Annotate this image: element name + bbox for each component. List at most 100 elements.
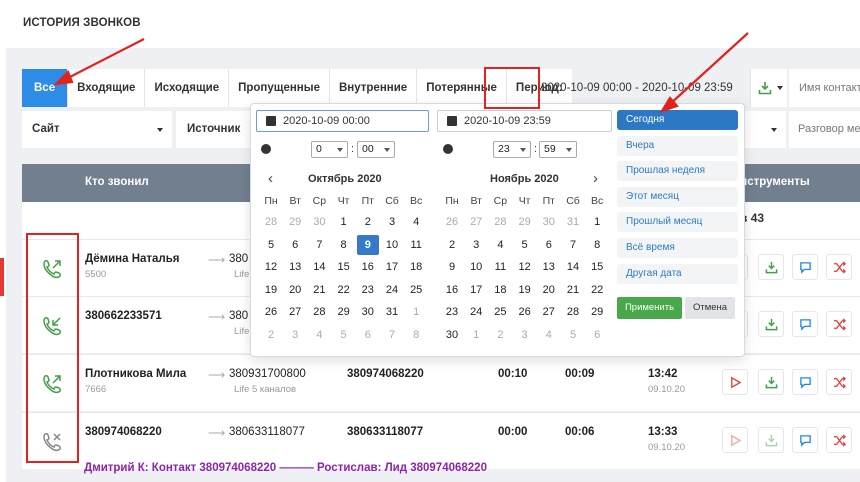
calendar-day[interactable]: 22	[333, 280, 355, 300]
calendar-day[interactable]: 7	[562, 235, 584, 255]
tab-outgoing[interactable]: Исходящие	[145, 69, 230, 107]
comment-button[interactable]	[792, 427, 818, 453]
calendar-day[interactable]: 5	[562, 325, 584, 345]
comment-button[interactable]	[792, 254, 818, 280]
filter-select[interactable]	[745, 111, 786, 148]
calendar-day[interactable]: 3	[381, 212, 403, 232]
range-all-time[interactable]: Всё время	[617, 237, 738, 258]
calendar-day[interactable]: 10	[381, 235, 403, 255]
calendar-day[interactable]: 9	[441, 257, 463, 277]
calendar-day[interactable]: 4	[489, 235, 511, 255]
tab-incoming[interactable]: Входящие	[68, 69, 146, 107]
table-row[interactable]: 380974068220 ⟶ 380633118077 380633118077…	[22, 412, 860, 469]
calendar-day[interactable]: 19	[260, 280, 282, 300]
start-hour-select[interactable]: 0	[311, 141, 348, 158]
calendar-day[interactable]: 21	[308, 280, 330, 300]
comment-button[interactable]	[792, 311, 818, 337]
play-button[interactable]	[722, 369, 748, 395]
calendar-day[interactable]: 6	[586, 325, 608, 345]
calendar-day[interactable]: 6	[284, 235, 306, 255]
site-select[interactable]: Сайт	[22, 111, 172, 148]
calendar-day[interactable]: 4	[538, 325, 560, 345]
calendar-day[interactable]: 10	[465, 257, 487, 277]
play-button[interactable]	[722, 427, 748, 453]
download-button[interactable]	[758, 427, 784, 453]
range-last-week[interactable]: Прошлая неделя	[617, 161, 738, 182]
cancel-button[interactable]: Отмена	[685, 297, 735, 319]
calendar-day[interactable]: 15	[333, 257, 355, 277]
download-button[interactable]	[758, 369, 784, 395]
calendar-day[interactable]: 28	[489, 212, 511, 232]
calendar-day[interactable]: 21	[562, 280, 584, 300]
calendar-day[interactable]: 30	[441, 325, 463, 345]
calendar-day[interactable]: 28	[308, 302, 330, 322]
contact-name-input[interactable]: Имя контакта	[789, 69, 860, 107]
calendar-day[interactable]: 12	[260, 257, 282, 277]
calendar-day[interactable]: 28	[562, 302, 584, 322]
transfer-button[interactable]	[826, 369, 852, 395]
calendar-day[interactable]: 20	[284, 280, 306, 300]
calendar-day[interactable]: 4	[405, 212, 427, 232]
source-select[interactable]: Источник	[176, 111, 256, 148]
calendar-day[interactable]: 16	[441, 280, 463, 300]
calendar-day[interactable]: 3	[284, 325, 306, 345]
calendar-day[interactable]: 1	[586, 212, 608, 232]
next-month-button[interactable]: ›	[593, 170, 598, 187]
calendar-day[interactable]: 26	[260, 302, 282, 322]
caller-name[interactable]: 380974068220	[85, 426, 162, 438]
calendar-day[interactable]: 13	[538, 257, 560, 277]
calendar-day[interactable]: 25	[489, 302, 511, 322]
calendar-day[interactable]: 18	[405, 257, 427, 277]
calendar-day[interactable]: 30	[357, 302, 379, 322]
calendar-day[interactable]: 28	[260, 212, 282, 232]
calendar-day[interactable]: 24	[381, 280, 403, 300]
calendar-day[interactable]: 24	[465, 302, 487, 322]
calendar-day[interactable]: 27	[284, 302, 306, 322]
calendar-day[interactable]: 15	[586, 257, 608, 277]
calendar-day[interactable]: 11	[489, 257, 511, 277]
caller-name[interactable]: Плотникова Мила	[85, 368, 186, 380]
start-date-input[interactable]: 2020-10-09 00:00	[256, 110, 429, 132]
calendar-day[interactable]: 6	[538, 235, 560, 255]
calendar-day[interactable]: 17	[465, 280, 487, 300]
calendar-day[interactable]: 3	[514, 325, 536, 345]
calendar-day[interactable]: 30	[538, 212, 560, 232]
calendar-day[interactable]: 23	[357, 280, 379, 300]
caller-name[interactable]: 380662233571	[85, 310, 162, 322]
calendar-day[interactable]: 2	[489, 325, 511, 345]
calendar-day[interactable]: 4	[308, 325, 330, 345]
calendar-day[interactable]: 20	[538, 280, 560, 300]
calendar-day[interactable]: 14	[562, 257, 584, 277]
transfer-button[interactable]	[826, 427, 852, 453]
calendar-day[interactable]: 25	[405, 280, 427, 300]
calendar-day[interactable]: 3	[465, 235, 487, 255]
calendar-day[interactable]: 18	[489, 280, 511, 300]
calendar-day[interactable]: 30	[308, 212, 330, 232]
calendar-day[interactable]: 27	[465, 212, 487, 232]
start-minute-select[interactable]: 00	[357, 141, 395, 158]
calendar-day[interactable]: 16	[357, 257, 379, 277]
calendar-day[interactable]: 17	[381, 257, 403, 277]
comment-button[interactable]	[792, 369, 818, 395]
download-button[interactable]	[758, 254, 784, 280]
calendar-day[interactable]: 1	[465, 325, 487, 345]
calendar-day[interactable]: 29	[514, 212, 536, 232]
calendar-day[interactable]: 8	[405, 325, 427, 345]
range-last-month[interactable]: Прошлый месяц	[617, 212, 738, 233]
apply-button[interactable]: Применить	[617, 297, 682, 319]
table-row[interactable]: Плотникова Мила 7666 ⟶ 380931700800 Life…	[22, 354, 860, 411]
calendar-day[interactable]: 29	[284, 212, 306, 232]
calendar-day[interactable]: 14	[308, 257, 330, 277]
calendar-day[interactable]: 13	[284, 257, 306, 277]
calendar-day[interactable]: 26	[514, 302, 536, 322]
tab-internal[interactable]: Внутренние	[329, 69, 418, 107]
calendar-day[interactable]: 7	[381, 325, 403, 345]
calendar-day[interactable]: 2	[441, 235, 463, 255]
calendar-day[interactable]: 2	[357, 212, 379, 232]
range-today[interactable]: Сегодня	[617, 110, 738, 130]
calendar-day[interactable]: 29	[333, 302, 355, 322]
calendar-day[interactable]: 5	[333, 325, 355, 345]
transfer-button[interactable]	[826, 254, 852, 280]
range-yesterday[interactable]: Вчера	[617, 135, 738, 156]
calendar-day[interactable]: 5	[514, 235, 536, 255]
